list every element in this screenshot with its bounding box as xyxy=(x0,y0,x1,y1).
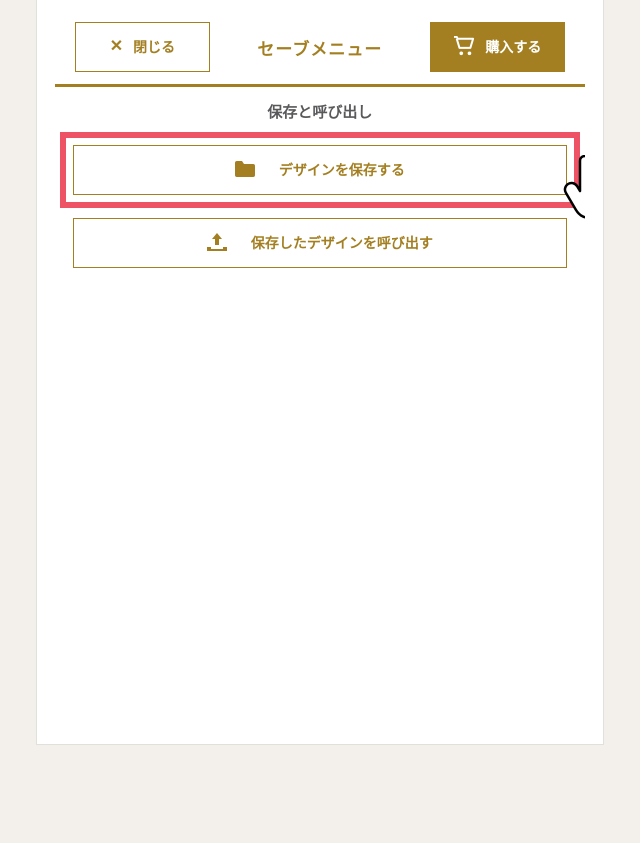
content-scroll-area[interactable]: 保存と呼び出し デザインを保存する 保存したデザインを xyxy=(55,87,585,707)
close-label: 閉じる xyxy=(133,37,175,57)
load-design-label: 保存したデザインを呼び出す xyxy=(251,233,433,253)
save-menu-panel: ✕ 閉じる セーブメニュー 購入する 保存と呼び出し xyxy=(36,0,604,745)
upload-icon xyxy=(207,233,227,254)
save-highlight-box: デザインを保存する xyxy=(60,132,580,208)
save-design-button[interactable]: デザインを保存する xyxy=(73,145,567,195)
load-design-button[interactable]: 保存したデザインを呼び出す xyxy=(73,218,567,268)
close-icon: ✕ xyxy=(110,39,123,55)
buy-button[interactable]: 購入する xyxy=(430,22,565,72)
close-button[interactable]: ✕ 閉じる xyxy=(75,22,210,72)
buy-label: 購入する xyxy=(485,37,541,57)
folder-icon xyxy=(235,161,255,180)
save-design-label: デザインを保存する xyxy=(279,160,405,180)
cart-icon xyxy=(453,36,475,59)
page-title: セーブメニュー xyxy=(258,35,383,60)
header-row: ✕ 閉じる セーブメニュー 購入する xyxy=(55,22,585,72)
section-title: 保存と呼び出し xyxy=(55,101,585,122)
load-row: 保存したデザインを呼び出す xyxy=(73,218,567,268)
